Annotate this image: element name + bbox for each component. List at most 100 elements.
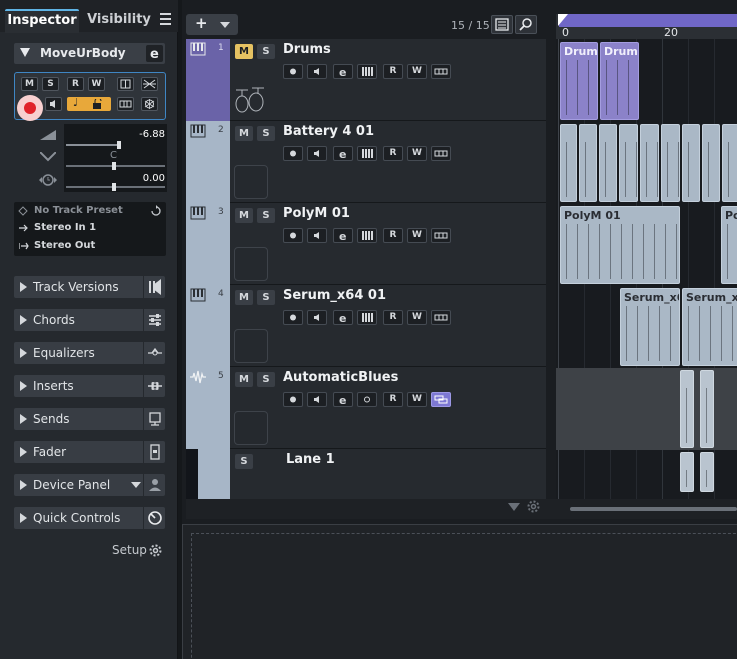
midi-clip-serum[interactable]: Serum_x64 xyxy=(620,288,680,366)
track-color-strip[interactable]: 3 xyxy=(186,203,230,285)
delay-value[interactable]: 0.00 xyxy=(143,173,165,184)
track-name[interactable]: PolyM 01 xyxy=(283,206,350,221)
track-color-strip[interactable]: 4 xyxy=(186,285,230,367)
write-button[interactable]: W xyxy=(407,228,427,243)
inspector-write-button[interactable]: W xyxy=(88,77,105,91)
track-versions-icon[interactable] xyxy=(143,276,165,298)
mute-button[interactable]: M xyxy=(235,290,253,305)
mute-button[interactable]: M xyxy=(235,372,253,387)
monitor-icon[interactable] xyxy=(307,392,327,407)
read-button[interactable]: R xyxy=(383,146,403,161)
knob-icon[interactable] xyxy=(143,507,165,529)
section-track-versions[interactable]: Track Versions xyxy=(14,276,165,298)
user-icon[interactable] xyxy=(143,474,165,496)
section-inserts[interactable]: Inserts xyxy=(14,375,165,397)
track-image-slot[interactable] xyxy=(234,247,268,281)
track-image-slot[interactable] xyxy=(234,411,268,445)
track-name[interactable]: Drums xyxy=(283,42,331,57)
menu-icon[interactable] xyxy=(160,13,171,27)
volume-slider-handle[interactable] xyxy=(117,141,121,149)
track-image-slot[interactable] xyxy=(234,165,268,199)
tab-inspector[interactable]: Inspector xyxy=(5,9,79,33)
read-button[interactable]: R xyxy=(383,228,403,243)
midi-clip-battery[interactable] xyxy=(579,124,597,202)
timebase-icon[interactable] xyxy=(357,392,377,407)
midi-clip-polym[interactable]: PolyM 01 xyxy=(560,206,680,284)
reset-icon[interactable] xyxy=(150,205,162,217)
midi-clip-battery[interactable] xyxy=(722,124,737,202)
left-locator-icon[interactable] xyxy=(558,14,568,26)
loop-range[interactable] xyxy=(559,14,737,27)
record-icon[interactable] xyxy=(283,146,303,161)
monitor-icon[interactable] xyxy=(307,146,327,161)
chevron-down-icon[interactable] xyxy=(508,503,520,511)
inspector-track-name-bar[interactable]: MoveUrBody e xyxy=(14,43,165,64)
fader-icon[interactable] xyxy=(143,441,165,463)
chevron-down-icon[interactable] xyxy=(131,482,141,488)
horizontal-scrollbar[interactable] xyxy=(570,507,737,511)
track-row-automaticblues[interactable]: 5 M S AutomaticBlues e R W xyxy=(186,367,546,449)
drop-zone[interactable] xyxy=(191,533,737,659)
track-color-strip[interactable]: 5 xyxy=(186,367,230,449)
delay-slider-handle[interactable] xyxy=(112,183,116,191)
timebase-button[interactable]: ♩ xyxy=(67,96,111,111)
track-preset-field[interactable]: No Track Preset xyxy=(14,202,166,220)
write-button[interactable]: W xyxy=(407,310,427,325)
section-fader[interactable]: Fader xyxy=(14,441,165,463)
read-button[interactable]: R xyxy=(383,64,403,79)
solo-button[interactable]: S xyxy=(257,44,275,59)
gear-icon[interactable] xyxy=(527,500,540,513)
track-row-polym[interactable]: 3 M S PolyM 01 e R W xyxy=(186,203,546,285)
track-image-slot[interactable] xyxy=(234,329,268,363)
solo-button[interactable]: S xyxy=(257,126,275,141)
edit-icon[interactable]: e xyxy=(333,310,353,325)
monitor-icon[interactable] xyxy=(45,97,62,111)
track-name[interactable]: Serum_x64 01 xyxy=(283,288,386,303)
audio-clip[interactable] xyxy=(680,370,694,448)
write-button[interactable]: W xyxy=(407,64,427,79)
write-button[interactable]: W xyxy=(407,392,427,407)
section-quick-controls[interactable]: Quick Controls xyxy=(14,507,165,529)
section-chords[interactable]: Chords xyxy=(14,309,165,331)
midi-clip-drums[interactable]: Drums xyxy=(600,42,639,120)
midi-clip-polym[interactable]: Po xyxy=(721,206,737,284)
volume-value[interactable]: -6.88 xyxy=(139,129,165,140)
mute-button[interactable]: M xyxy=(235,44,253,59)
lane-icon[interactable] xyxy=(431,146,451,161)
lane-name[interactable]: Lane 1 xyxy=(286,452,335,467)
midi-clip-drums[interactable]: Drums xyxy=(560,42,598,120)
tab-visibility[interactable]: Visibility xyxy=(84,9,154,33)
monitor-icon[interactable] xyxy=(307,310,327,325)
read-button[interactable]: R xyxy=(383,392,403,407)
mute-button[interactable]: M xyxy=(235,126,253,141)
piano-icon[interactable] xyxy=(357,228,377,243)
piano-icon[interactable] xyxy=(357,310,377,325)
fader-display[interactable]: -6.88 C 0.00 xyxy=(64,124,167,192)
solo-button[interactable]: S xyxy=(257,372,275,387)
audio-clip[interactable] xyxy=(680,452,694,492)
bypass-icon[interactable] xyxy=(141,77,158,91)
track-list-icon[interactable] xyxy=(491,15,513,34)
midi-clip-battery[interactable] xyxy=(661,124,680,202)
record-icon[interactable] xyxy=(283,228,303,243)
edit-icon[interactable]: e xyxy=(333,228,353,243)
piano-icon[interactable] xyxy=(357,64,377,79)
write-button[interactable]: W xyxy=(407,146,427,161)
track-row-battery[interactable]: 2 M S Battery 4 01 e R W xyxy=(186,121,546,203)
track-row-serum[interactable]: 4 M S Serum_x64 01 e R W xyxy=(186,285,546,367)
midi-clip-battery[interactable] xyxy=(560,124,577,202)
mute-button[interactable]: M xyxy=(235,208,253,223)
midi-clip-battery[interactable] xyxy=(619,124,638,202)
pan-slider-handle[interactable] xyxy=(112,162,116,170)
chords-icon[interactable] xyxy=(143,309,165,331)
snowflake-icon[interactable] xyxy=(141,97,158,111)
eq-icon[interactable] xyxy=(143,342,165,364)
edit-icon[interactable]: e xyxy=(333,146,353,161)
record-icon[interactable] xyxy=(283,64,303,79)
track-name[interactable]: Battery 4 01 xyxy=(283,124,374,139)
record-icon[interactable] xyxy=(283,310,303,325)
audio-clip[interactable] xyxy=(700,452,714,492)
audio-clip[interactable] xyxy=(700,370,714,448)
record-enable-button[interactable] xyxy=(17,95,43,121)
section-equalizers[interactable]: Equalizers xyxy=(14,342,165,364)
